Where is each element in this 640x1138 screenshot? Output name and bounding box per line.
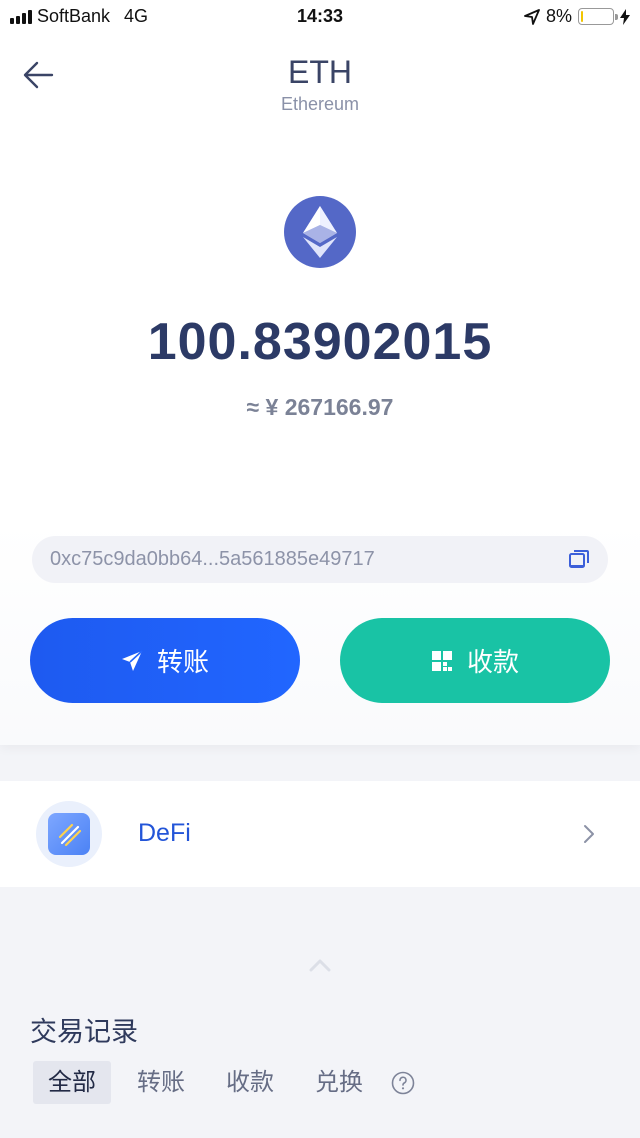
defi-icon: [36, 801, 102, 867]
help-icon[interactable]: [391, 1071, 415, 1095]
history-tabs: 全部 转账 收款 兑换: [33, 1061, 415, 1104]
copy-icon[interactable]: [568, 549, 590, 571]
qr-code-icon: [431, 650, 452, 671]
asset-card: SoftBank 4G 14:33 8% ETH Ethereum 100.83…: [0, 0, 640, 745]
location-arrow-icon: [524, 8, 540, 25]
wallet-address-field[interactable]: 0xc75c9da0bb64...5a561885e49717: [32, 536, 608, 583]
send-icon: [121, 649, 143, 671]
defi-label: DeFi: [138, 819, 191, 847]
status-bar: SoftBank 4G 14:33 8%: [0, 0, 640, 34]
tab-exchange[interactable]: 兑换: [300, 1061, 378, 1104]
transaction-history-title: 交易记录: [30, 1017, 138, 1047]
balance-amount: 100.83902015: [147, 313, 493, 371]
page-subtitle: Ethereum: [280, 94, 360, 114]
ethereum-icon: [284, 196, 356, 268]
tab-all[interactable]: 全部: [33, 1061, 111, 1104]
receive-label: 收款: [466, 647, 519, 677]
tab-transfer[interactable]: 转账: [122, 1061, 200, 1104]
defi-entry[interactable]: DeFi: [0, 781, 640, 887]
page-title: ETH: [288, 54, 352, 90]
receive-button[interactable]: 收款: [340, 618, 610, 703]
charging-bolt-icon: [620, 8, 630, 25]
wallet-address: 0xc75c9da0bb64...5a561885e49717: [50, 548, 375, 570]
chevron-right-icon: [584, 825, 594, 843]
chevron-up-icon[interactable]: [309, 958, 331, 972]
transfer-label: 转账: [156, 647, 209, 677]
fiat-value: ≈ ¥ 267166.97: [246, 394, 394, 420]
transfer-button[interactable]: 转账: [30, 618, 300, 703]
battery-icon: [578, 8, 618, 25]
battery-percent: 8%: [545, 6, 572, 26]
tab-receive[interactable]: 收款: [211, 1061, 289, 1104]
